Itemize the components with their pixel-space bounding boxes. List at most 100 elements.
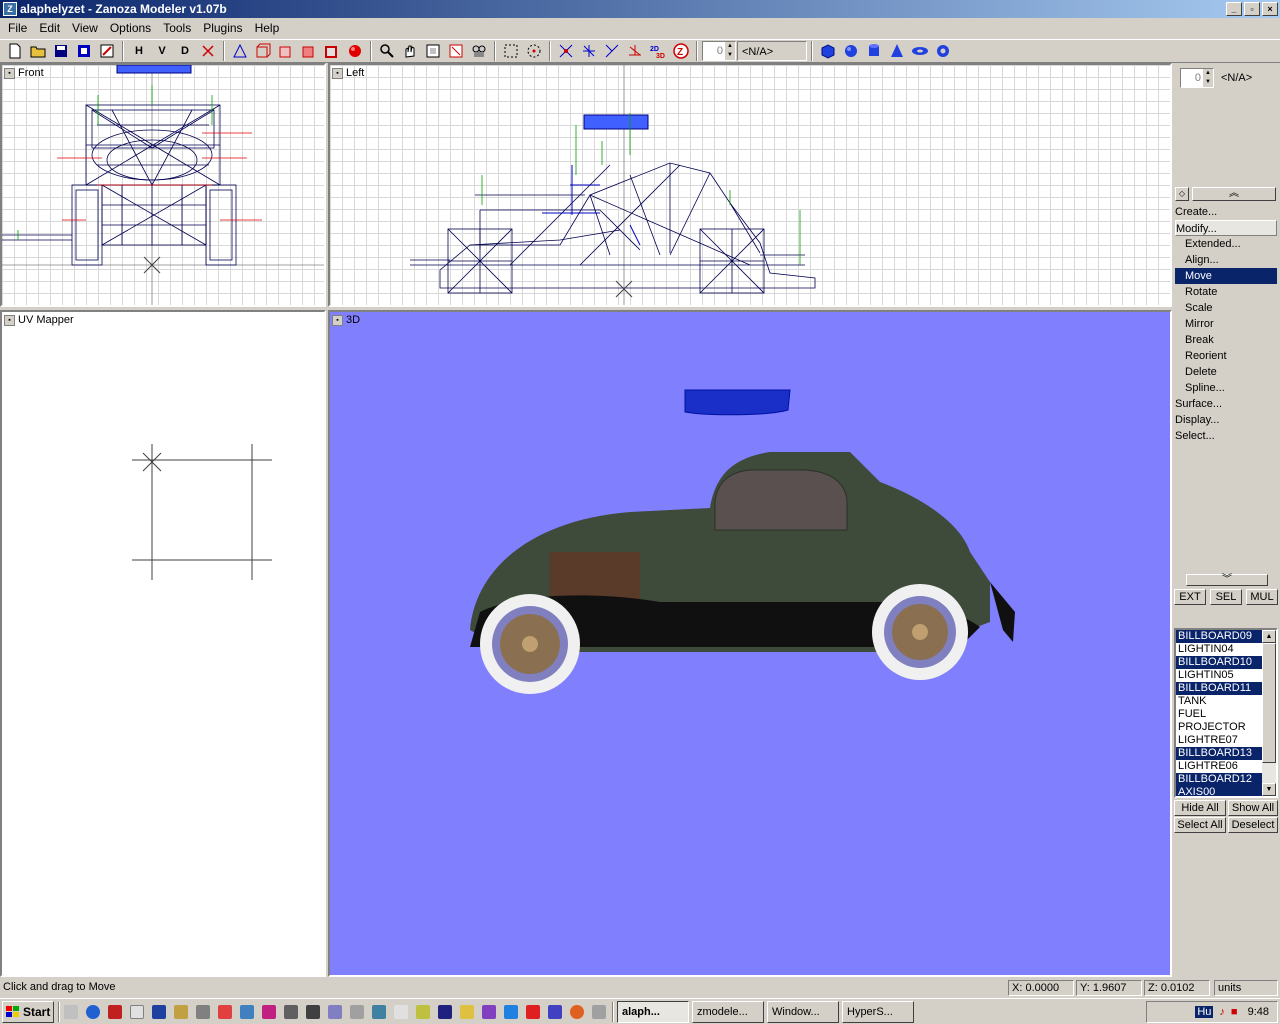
open-folder-icon[interactable]	[27, 40, 49, 62]
select-circle-icon[interactable]	[523, 40, 545, 62]
object-list-item[interactable]: BILLBOARD13	[1176, 747, 1264, 760]
toolbar-spinner[interactable]: 0 ▲ ▼	[702, 41, 736, 61]
mul-button[interactable]: MUL	[1246, 589, 1278, 605]
zoom-region-icon[interactable]	[445, 40, 467, 62]
menu-tools[interactable]: Tools	[157, 18, 197, 38]
object-list-item[interactable]: LIGHTRE06	[1176, 760, 1264, 773]
new-file-icon[interactable]	[4, 40, 26, 62]
viewport-menu-icon[interactable]: ▪	[332, 314, 343, 326]
menu-plugins[interactable]: Plugins	[197, 18, 248, 38]
quicklaunch-globe-icon[interactable]	[482, 1004, 496, 1019]
camera-icon[interactable]	[468, 40, 490, 62]
spinner-arrows[interactable]: ▲ ▼	[725, 42, 735, 60]
quicklaunch-notepad-icon[interactable]	[130, 1004, 144, 1019]
quicklaunch-network-icon[interactable]	[328, 1004, 342, 1019]
operation-modify[interactable]: Modify...	[1175, 220, 1277, 236]
sphere-icon[interactable]	[840, 40, 862, 62]
quicklaunch-disk-icon[interactable]	[372, 1004, 386, 1019]
quicklaunch-ace-icon[interactable]	[196, 1004, 210, 1019]
operation-scale[interactable]: Scale	[1175, 300, 1277, 316]
torus-icon[interactable]	[932, 40, 954, 62]
object-list-item[interactable]: BILLBOARD10	[1176, 656, 1264, 669]
ext-button[interactable]: EXT	[1174, 589, 1206, 605]
operation-extended[interactable]: Extended...	[1175, 236, 1277, 252]
vertex-icon[interactable]	[229, 40, 251, 62]
cube-icon[interactable]	[817, 40, 839, 62]
object-list-item[interactable]: BILLBOARD09	[1176, 630, 1264, 643]
quicklaunch-save-icon[interactable]	[438, 1004, 452, 1019]
box-select-icon[interactable]	[252, 40, 274, 62]
view-h-button[interactable]: H	[128, 40, 150, 62]
viewport-menu-icon[interactable]: ▪	[4, 314, 15, 326]
object-list-item[interactable]: LIGHTRE07	[1176, 734, 1264, 747]
pan-hand-icon[interactable]	[399, 40, 421, 62]
quicklaunch-notes-icon[interactable]	[416, 1004, 430, 1019]
quicklaunch-calc-icon[interactable]	[218, 1004, 232, 1019]
object-list-item[interactable]: FUEL	[1176, 708, 1264, 721]
left-viewport[interactable]: ▪ Left	[328, 63, 1172, 307]
quicklaunch-za-icon[interactable]	[526, 1004, 540, 1019]
quicklaunch-2k-icon[interactable]	[394, 1004, 408, 1019]
material-sphere-icon[interactable]	[344, 40, 366, 62]
task-zanoza[interactable]: alaph...	[617, 1000, 689, 1023]
front-viewport[interactable]: ▪ Front	[0, 63, 326, 307]
save-as-icon[interactable]	[73, 40, 95, 62]
object-list-item[interactable]: BILLBOARD12	[1176, 773, 1264, 786]
quicklaunch-grid-icon[interactable]	[350, 1004, 364, 1019]
quicklaunch-star-icon[interactable]	[262, 1004, 276, 1019]
operation-surface[interactable]: Surface...	[1175, 396, 1277, 412]
collapse-icon[interactable]: ◇	[1175, 187, 1189, 201]
panel-value-field[interactable]: <N/A>	[1218, 68, 1278, 88]
object-list-item[interactable]: PROJECTOR	[1176, 721, 1264, 734]
operation-display[interactable]: Display...	[1175, 412, 1277, 428]
menu-edit[interactable]: Edit	[33, 18, 66, 38]
operation-spline[interactable]: Spline...	[1175, 380, 1277, 396]
operation-select[interactable]: Select...	[1175, 428, 1277, 444]
quicklaunch-gear-icon[interactable]	[592, 1004, 606, 1019]
object-list-scrollbar[interactable]: ▲ ▼	[1262, 630, 1276, 796]
deselect-button[interactable]: Deselect	[1228, 817, 1278, 833]
object-list-item[interactable]: AXIS00	[1176, 786, 1264, 796]
scroll-up-arrow-icon[interactable]: ▲	[1262, 630, 1276, 643]
face-icon[interactable]	[275, 40, 297, 62]
scroll-down-arrow-icon[interactable]: ▼	[1262, 783, 1276, 796]
object-list[interactable]: BILLBOARD09 LIGHTIN04 BILLBOARD10 LIGHTIN05…	[1174, 628, 1278, 798]
3d-viewport[interactable]: ▪ 3D	[328, 310, 1172, 977]
operation-reorient[interactable]: Reorient	[1175, 348, 1277, 364]
operation-mirror[interactable]: Mirror	[1175, 316, 1277, 332]
menu-help[interactable]: Help	[249, 18, 286, 38]
cone-icon[interactable]	[886, 40, 908, 62]
menu-file[interactable]: File	[2, 18, 33, 38]
split-icon[interactable]	[578, 40, 600, 62]
quicklaunch-tool-icon[interactable]	[174, 1004, 188, 1019]
quicklaunch-paint-icon[interactable]	[240, 1004, 254, 1019]
scroll-up-button[interactable]: ︽	[1192, 187, 1276, 201]
quicklaunch-hammer-icon[interactable]	[284, 1004, 298, 1019]
select-rect-icon[interactable]	[500, 40, 522, 62]
start-button[interactable]: Start	[2, 1000, 54, 1023]
zoom-extents-icon[interactable]	[422, 40, 444, 62]
quicklaunch-browser-icon[interactable]	[504, 1004, 518, 1019]
disc-icon[interactable]	[909, 40, 931, 62]
quicklaunch-3d-icon[interactable]	[548, 1004, 562, 1019]
close-button[interactable]: ×	[1262, 2, 1278, 16]
maximize-button[interactable]: ▫	[1244, 2, 1260, 16]
save-icon[interactable]	[50, 40, 72, 62]
z-buffer-icon[interactable]: Z	[670, 40, 692, 62]
tray-language[interactable]: Hu	[1195, 1006, 1214, 1018]
axis-icon[interactable]	[197, 40, 219, 62]
object-list-item[interactable]: BILLBOARD11	[1176, 682, 1264, 695]
extrude-icon[interactable]	[601, 40, 623, 62]
hide-all-button[interactable]: Hide All	[1174, 800, 1226, 816]
task-windows[interactable]: Window...	[767, 1000, 839, 1023]
operation-delete[interactable]: Delete	[1175, 364, 1277, 380]
object-list-item[interactable]: TANK	[1176, 695, 1264, 708]
quicklaunch-ie-icon[interactable]	[86, 1004, 100, 1019]
app-icon[interactable]: Z	[3, 2, 17, 16]
view-d-button[interactable]: D	[174, 40, 196, 62]
viewport-menu-icon[interactable]: ▪	[4, 67, 15, 79]
operation-break[interactable]: Break	[1175, 332, 1277, 348]
operation-rotate[interactable]: Rotate	[1175, 284, 1277, 300]
group-icon[interactable]	[321, 40, 343, 62]
show-all-button[interactable]: Show All	[1228, 800, 1278, 816]
